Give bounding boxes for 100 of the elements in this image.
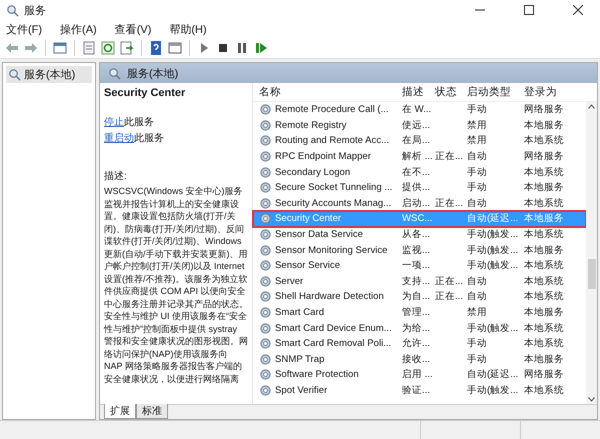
description-cell-text: 使远... xyxy=(402,118,431,132)
panel-title: 服务(本地) xyxy=(127,66,178,80)
service-name-cell: Software Protection xyxy=(275,369,359,380)
column-header[interactable]: 启动类型 xyxy=(467,85,524,99)
export-button[interactable] xyxy=(119,40,135,56)
service-name-cell: Security Accounts Manag... xyxy=(275,198,392,209)
refresh-button[interactable] xyxy=(100,40,116,56)
column-header[interactable]: 状态 xyxy=(435,85,467,99)
description-cell-text: 在局... xyxy=(402,134,431,148)
service-name-cell: Routing and Remote Acc... xyxy=(275,135,390,146)
tree-item[interactable]: 服务(本地) xyxy=(6,66,92,83)
description-cell-text: 在 W... xyxy=(402,103,432,116)
service-name: Security Center xyxy=(104,87,186,99)
menu-item[interactable]: 文件(F) xyxy=(4,22,44,36)
description-cell-text: 监视... xyxy=(402,244,431,257)
service-name-cell: SNMP Trap xyxy=(275,354,324,365)
service-name-cell: Smart Card Removal Poli... xyxy=(275,338,392,350)
service-row[interactable]: Sensor Data Service 从各... 手动(触发... 本地系统 xyxy=(253,226,586,242)
logon-cell-text: 网络服务 xyxy=(524,368,565,382)
action-text: 停止此服务 xyxy=(104,116,155,129)
forward-arrow-button[interactable] xyxy=(23,40,39,56)
service-row[interactable]: Security Accounts Manag... 启动... 正在... 自动 本地系统 xyxy=(253,196,586,212)
properties-icon xyxy=(81,40,97,56)
description-cell-text: 在不... xyxy=(402,166,431,179)
service-row[interactable]: Smart Card 管理... 禁用 本地服务 xyxy=(253,304,586,320)
startup-type-cell-text: 手动(触发... xyxy=(467,228,520,242)
service-row[interactable]: Shell Hardware Detection 为自... 正在... 自动 本地系统 xyxy=(253,289,586,305)
scroll-down-icon xyxy=(588,397,595,402)
description-cell-text: 验证... xyxy=(402,384,431,397)
description-cell-text: 一项... xyxy=(402,259,431,272)
description-cell-text: 管理... xyxy=(402,306,431,320)
column-header[interactable]: 描述 xyxy=(402,85,435,99)
service-name-cell: Secondary Logon xyxy=(275,166,350,178)
logon-cell-text: 本地服务 xyxy=(524,306,565,320)
startup-type-cell-text: 手动 xyxy=(467,352,488,366)
logon-cell-text: 本地系统 xyxy=(524,228,565,242)
menu-item[interactable]: 操作(A) xyxy=(58,22,99,36)
description-cell-text: 接收... xyxy=(402,352,431,366)
description-label: 描述: xyxy=(104,170,128,183)
service-row[interactable]: Sensor Service 一项... 手动(触发... 本地系统 xyxy=(253,258,586,274)
logon-cell-text: 本地系统 xyxy=(524,322,565,335)
startup-type-cell-text: 手动(触发... xyxy=(467,384,520,397)
service-row[interactable]: Remote Registry 使远... 禁用 本地服务 xyxy=(253,118,586,134)
view-tab[interactable]: 扩展 xyxy=(104,404,136,419)
description-text: WSCSVC(Windows 安全中心)服务监视并报告计算机上的安全健康设置。健康设置包括防火墙(打开/关闭)、防病毒(打开/关闭/过期)、反间谍软件(打开/关闭/过期)、Windows 更新(自动/手动下载并安装更新)、用户帐户控制(打开/关闭)以及 Internet 设置(推荐/不推荐)。该服务为独立软件供应商提供 COM API 以便向安全中心服务注册并记录其产品的状态。安全性与维护 UI 使用该服务在“安全性与维护”控制面板中提供 systray 警报和安全健康状况的图形视图。网络访问保护(NAP)使用该服务向 NAP 网络策略服务器报告客户端的安全健康状况，以便进行网络隔离 xyxy=(104,185,248,385)
startup-type-cell-text: 自动 xyxy=(467,290,488,304)
service-row[interactable]: Server 支持... 正在... 自动 本地系统 xyxy=(253,274,586,290)
logon-cell-text: 本地服务 xyxy=(524,244,565,257)
startup-type-cell-text: 自动 xyxy=(467,196,488,210)
service-row[interactable]: RPC Endpoint Mapper 解析 ... 正在... 自动 网络服务 xyxy=(253,148,586,164)
service-row[interactable]: Sensor Monitoring Service 监视... 手动(触发... 本地服务 xyxy=(253,242,586,258)
service-name-cell: Server xyxy=(275,276,304,287)
service-name-cell: Remote Procedure Call (... xyxy=(275,104,389,116)
startup-type-cell-text: 手动(触发... xyxy=(467,259,520,272)
scrollbar[interactable] xyxy=(586,102,597,404)
service-row[interactable]: Remote Procedure Call (... 在 W... 手动 网络服务 xyxy=(253,102,586,118)
resume-button[interactable] xyxy=(253,40,269,56)
startup-type-cell-text: 自动(延迟... xyxy=(467,368,520,382)
menu-item[interactable]: 帮助(H) xyxy=(167,22,209,36)
service-name-cell: Spot Verifier xyxy=(275,384,328,396)
startup-type-cell-text: 手动 xyxy=(467,337,488,350)
service-name-cell: Smart Card Device Enum... xyxy=(275,322,392,334)
column-header[interactable]: 名称 xyxy=(259,85,402,99)
properties-button[interactable] xyxy=(81,40,97,56)
window-title: 服务 xyxy=(24,4,47,18)
scroll-up-icon xyxy=(588,104,595,109)
view-tab[interactable]: 标准 xyxy=(136,404,168,419)
service-row[interactable]: Spot Verifier 验证... 手动(触发... 本地系统 xyxy=(253,382,586,398)
console-button[interactable] xyxy=(167,40,183,56)
logon-cell-text: 本地系统 xyxy=(524,290,565,304)
action-link[interactable]: 停止 xyxy=(104,117,124,128)
startup-type-cell-text: 手动(触发... xyxy=(467,322,520,335)
service-row[interactable]: Smart Card Device Enum... 为给... 手动(触发... 本地系统 xyxy=(253,320,586,336)
help-button[interactable] xyxy=(148,40,164,56)
service-row[interactable]: Routing and Remote Acc... 在局... 禁用 本地系统 xyxy=(253,133,586,149)
logon-cell-text: 本地服务 xyxy=(524,352,565,366)
menu-item[interactable]: 查看(V) xyxy=(112,22,154,36)
service-name-cell: RPC Endpoint Mapper xyxy=(275,151,371,162)
scrollbar-thumb[interactable] xyxy=(588,259,596,289)
logon-cell-text: 本地系统 xyxy=(524,274,565,288)
logon-cell-text: 本地系统 xyxy=(524,384,565,397)
service-row[interactable]: Secure Socket Tunneling ... 提供... 手动 本地服务 xyxy=(253,180,586,196)
forward-arrow-icon xyxy=(23,40,39,56)
status-cell-text: 正在... xyxy=(435,150,464,164)
startup-type-cell-text: 自动 xyxy=(467,274,488,288)
service-row[interactable]: Smart Card Removal Poli... 允许... 手动 本地系统 xyxy=(253,336,586,352)
action-link[interactable]: 重启动 xyxy=(104,133,134,144)
logon-cell-text: 本地系统 xyxy=(524,337,565,350)
service-row[interactable]: SNMP Trap 接收... 手动 本地服务 xyxy=(253,352,586,368)
service-row[interactable]: Software Protection 启用 ... 自动(延迟... 网络服务 xyxy=(253,367,586,383)
panel-button[interactable] xyxy=(52,40,68,56)
status-cell-text: 正在... xyxy=(435,274,464,288)
logon-cell-text: 本地系统 xyxy=(524,134,565,148)
service-row[interactable]: Secondary Logon 在不... 手动 本地系统 xyxy=(253,164,586,180)
action-text: 重启动此服务 xyxy=(104,132,165,145)
column-header[interactable]: 登录为 xyxy=(524,85,597,99)
logon-cell-text: 本地服务 xyxy=(524,212,565,226)
description-cell-text: 提供... xyxy=(402,181,431,194)
service-name-cell: Smart Card xyxy=(275,307,324,318)
startup-type-cell-text: 禁用 xyxy=(467,134,488,148)
